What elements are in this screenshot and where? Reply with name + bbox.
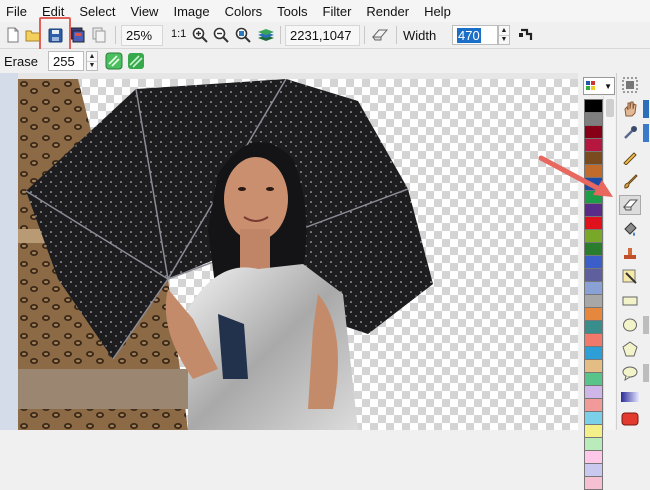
erase-spin-down-icon[interactable]: ▼ — [87, 60, 97, 71]
menu-bar: File Edit Select View Image Colors Tools… — [0, 0, 650, 22]
menu-edit[interactable]: Edit — [42, 4, 64, 19]
palette-menu-button[interactable]: ▼ — [583, 77, 615, 95]
canvas-left-margin — [0, 73, 18, 430]
color-swatch[interactable] — [584, 99, 603, 113]
actual-size-button[interactable]: 1:1 — [171, 28, 186, 40]
color-swatch[interactable] — [584, 476, 603, 490]
color-swatch[interactable] — [584, 307, 603, 321]
palette-dropdown-icon: ▼ — [604, 81, 612, 91]
color-swatch[interactable] — [584, 450, 603, 464]
stamp-tool-icon[interactable] — [619, 243, 641, 263]
color-swatch[interactable] — [584, 242, 603, 256]
color-swatch[interactable] — [584, 112, 603, 126]
foreground-color-icon[interactable] — [619, 409, 641, 429]
color-swatch[interactable] — [584, 333, 603, 347]
menu-filter[interactable]: Filter — [323, 4, 352, 19]
menu-help[interactable]: Help — [424, 4, 451, 19]
erase-amount-value: 255 — [53, 53, 75, 69]
zoom-input[interactable]: 25% — [121, 25, 163, 46]
color-swatch[interactable] — [584, 372, 603, 386]
eraser-icon[interactable] — [370, 25, 390, 45]
tool-option-icon[interactable] — [643, 316, 649, 334]
width-label: Width — [403, 28, 437, 43]
fill-bucket-icon[interactable] — [619, 219, 641, 239]
menu-colors[interactable]: Colors — [225, 4, 263, 19]
blend-mode-icon[interactable] — [126, 51, 146, 71]
color-swatch[interactable] — [584, 424, 603, 438]
spin-down-icon[interactable]: ▼ — [499, 34, 509, 45]
selection-tool-icon[interactable] — [619, 75, 641, 95]
ellipse-tool-icon[interactable] — [619, 315, 641, 335]
tool-option-icon[interactable] — [643, 124, 649, 142]
zoom-in-icon[interactable] — [190, 25, 210, 45]
main-toolbar: 25% 1:1 2231,1047 Width 470 ▲ ▼ — [0, 22, 650, 49]
antialias-icon[interactable] — [104, 51, 124, 71]
image-canvas[interactable] — [18, 78, 578, 430]
color-swatch[interactable] — [584, 125, 603, 139]
menu-render[interactable]: Render — [366, 4, 409, 19]
coordinates-value: 2231,1047 — [290, 28, 352, 43]
magic-wand-icon[interactable] — [619, 267, 641, 287]
tool-label: Erase — [4, 54, 38, 69]
save-all-icon[interactable] — [67, 25, 87, 45]
tool-option-icon[interactable] — [643, 100, 649, 118]
tool-option-icon[interactable] — [643, 364, 649, 382]
palette-scroll-thumb[interactable] — [606, 99, 614, 117]
annotation-arrow-icon — [538, 155, 613, 197]
options-bar: Erase 255 ▲ ▼ — [0, 49, 650, 73]
palette-grid-icon — [586, 81, 595, 90]
spin-up-icon[interactable]: ▲ — [499, 26, 509, 35]
hand-tool-icon[interactable] — [619, 99, 641, 119]
menu-file[interactable]: File — [6, 4, 27, 19]
color-swatch[interactable] — [584, 411, 603, 425]
color-swatch[interactable] — [584, 294, 603, 308]
toolbox — [616, 73, 650, 430]
color-swatch[interactable] — [584, 359, 603, 373]
open-folder-icon[interactable] — [23, 25, 43, 45]
color-swatch[interactable] — [584, 385, 603, 399]
speech-bubble-tool-icon[interactable] — [619, 363, 641, 383]
color-swatch[interactable] — [584, 437, 603, 451]
color-swatch[interactable] — [584, 281, 603, 295]
zoom-fit-icon[interactable] — [233, 25, 253, 45]
menu-view[interactable]: View — [131, 4, 159, 19]
layers-icon[interactable] — [256, 25, 276, 45]
menu-select[interactable]: Select — [79, 4, 115, 19]
width-input[interactable]: 470 — [452, 25, 498, 45]
menu-tools[interactable]: Tools — [277, 4, 307, 19]
color-swatch[interactable] — [584, 320, 603, 334]
copy-icon[interactable] — [89, 25, 109, 45]
gradient-tool-icon[interactable] — [619, 387, 641, 407]
color-swatch[interactable] — [584, 268, 603, 282]
menu-image[interactable]: Image — [173, 4, 209, 19]
photo-layer — [18, 78, 433, 430]
canvas-area[interactable] — [0, 73, 578, 430]
width-spinner[interactable]: ▲ ▼ — [498, 25, 510, 45]
color-swatch[interactable] — [584, 463, 603, 477]
zoom-out-icon[interactable] — [211, 25, 231, 45]
width-value: 470 — [457, 27, 481, 43]
zoom-value: 25% — [126, 28, 153, 43]
polygon-tool-icon[interactable] — [619, 339, 641, 359]
save-icon[interactable] — [45, 25, 65, 45]
color-swatch[interactable] — [584, 398, 603, 412]
rectangle-tool-icon[interactable] — [619, 291, 641, 311]
color-swatch[interactable] — [584, 346, 603, 360]
brush-shape-icon[interactable] — [516, 25, 536, 45]
erase-spin-up-icon[interactable]: ▲ — [87, 52, 97, 61]
erase-amount-input[interactable]: 255 — [48, 51, 84, 71]
color-picker-icon[interactable] — [619, 123, 641, 143]
color-swatch[interactable] — [584, 255, 603, 269]
coordinates-display: 2231,1047 — [285, 25, 360, 46]
new-file-icon[interactable] — [3, 25, 23, 45]
color-swatch[interactable] — [584, 229, 603, 243]
palette-scrollbar[interactable] — [603, 96, 615, 430]
color-swatch[interactable] — [584, 216, 603, 230]
erase-amount-spinner[interactable]: ▲ ▼ — [86, 51, 98, 71]
